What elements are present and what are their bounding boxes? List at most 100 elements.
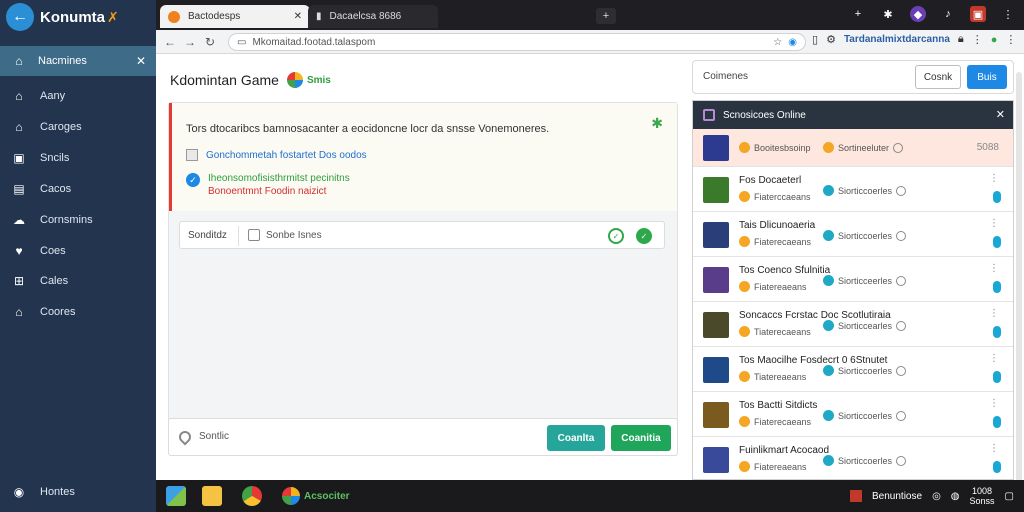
sidebar-item-5[interactable]: ☁ Cornsmins [0,208,156,232]
game-thumbnail[interactable] [703,356,729,383]
new-tab-button[interactable]: + [596,8,616,24]
sidebar-item-bottom[interactable]: ◉ Hontes [0,480,156,504]
sidebar-item-8[interactable]: ⌂ Coores [0,300,156,324]
game-thumbnail[interactable] [703,221,729,248]
tray-text[interactable]: Benuntiose [872,491,922,502]
taskbar-app-label[interactable]: Acsociter [304,491,350,502]
profile-icon[interactable]: ◆ [910,6,926,22]
list-item[interactable]: Soncaccs Fcrstac Doc Scotlutiraia Tiatere… [693,302,1013,347]
sidebar-item-3[interactable]: ▣ Sncils [0,146,156,170]
primary-action-button[interactable]: Coanlta [547,425,605,451]
tray-app-icon[interactable] [850,490,863,502]
secondary-action-button[interactable]: Coanitia [611,425,671,451]
more-icon[interactable]: ⋮ [989,443,999,454]
game-thumbnail[interactable] [703,311,729,338]
forward-icon[interactable]: → [182,34,198,50]
speaker-icon[interactable]: ◍ [951,491,960,502]
address-bar[interactable]: ▭ Mkomaitad.footad.talaspom ☆ ◉ [228,33,806,51]
status-icon[interactable]: ● [991,34,998,46]
browser-icon[interactable] [242,486,262,506]
composer-input[interactable]: Sontlic [199,431,229,442]
extension-link[interactable]: Tardanalmixtdarcanna [844,34,950,45]
close-icon[interactable]: ✕ [136,54,146,68]
option-1-link[interactable]: Gonchommetah fostartet Dos oodos [206,150,367,161]
info-chip-icon[interactable] [993,326,1001,338]
close-icon[interactable]: ✕ [996,108,1005,121]
network-icon[interactable]: ◎ [932,491,941,502]
filter-field[interactable]: Sonbe Isnes [248,229,322,241]
info-chip-icon[interactable] [993,461,1001,473]
confirm-icon[interactable]: ✓ [636,228,652,244]
game-thumbnail[interactable] [703,135,729,161]
info-chip-icon[interactable] [993,416,1001,428]
lock-icon[interactable]: 🔒︎ [958,33,964,46]
list-item[interactable]: Tos Maocilhe Fosdecrt 0 6Stnutet Tiaterea… [693,347,1013,392]
extension-icon[interactable]: ✱ [880,6,896,22]
window-icon [703,109,715,121]
sidebar-item-2[interactable]: ⌂ Caroges [0,115,156,139]
outline-button[interactable]: Cosnk [915,65,961,89]
more-icon[interactable]: ⋮ [989,353,999,364]
back-arrow-icon[interactable]: ← [6,3,34,31]
more-icon[interactable]: ⋮ [989,308,999,319]
avatar[interactable]: ▣ [970,6,986,22]
list-item[interactable]: Booitesbsoinp Sortineeluter 5088 [693,129,1013,167]
more-icon[interactable]: ⋮ [989,173,999,184]
more-icon[interactable]: ⋮ [989,398,999,409]
brand[interactable]: ← Konumta ✗ [0,0,156,34]
star-icon[interactable]: ✱ [651,115,663,132]
close-tab-icon[interactable]: ✕ [294,11,302,22]
back-icon[interactable]: ← [162,34,178,50]
scrollbar[interactable] [1016,72,1022,482]
more-icon[interactable]: ⋮ [989,263,999,274]
game-thumbnail[interactable] [703,176,729,203]
sidebar-item-1[interactable]: ⌂ Aany [0,84,156,108]
settings-icon[interactable]: ⚙ [826,33,836,46]
star-icon[interactable]: ☆ [773,37,782,48]
more-icon[interactable]: ⋮ [972,33,983,46]
game-thumbnail[interactable] [703,401,729,428]
checkbox[interactable] [186,149,198,161]
clock[interactable]: 1008 Sonss [970,486,995,506]
sidebar-item-active[interactable]: ⌂ Nacmines ✕ [0,46,156,76]
start-icon[interactable] [166,486,186,506]
primary-button[interactable]: Buis [967,65,1007,89]
shield-icon[interactable]: ◉ [788,37,797,48]
menu-icon[interactable]: ⋮ [1005,33,1016,46]
plus-icon[interactable]: + [850,6,866,22]
main-content: Kdomintan Game Smis ✱ Tors dtocaribcs ba… [156,54,692,480]
reload-icon[interactable]: ↻ [202,34,218,50]
info-chip-icon[interactable] [993,371,1001,383]
filter-label[interactable]: Sonditdz [188,230,227,241]
check-icon[interactable]: ✓ [186,173,200,187]
bell-icon[interactable]: ♪ [940,6,956,22]
bookmark-icon[interactable]: ▯ [812,33,818,46]
sidebar-item-6[interactable]: ♥ Coes [0,239,156,263]
option-2[interactable]: ✓ Iheonsomofisisthrmitst pecinitns Bonoe… [186,173,350,197]
confirm-outline-icon[interactable]: ✓ [608,228,624,244]
game-thumbnail[interactable] [703,446,729,473]
more-icon[interactable]: ⋮ [1000,6,1016,22]
favicon-icon [168,10,180,23]
notification-icon[interactable]: ▢ [1005,491,1014,502]
tab-inactive[interactable]: ▮ Dacaelcsa 8686 [308,5,438,28]
option-1[interactable]: Gonchommetah fostartet Dos oodos [186,149,367,161]
list-item[interactable]: Fos Docaeterl Fiaterccaeans Siorticcoerles… [693,167,1013,212]
game-thumbnail[interactable] [703,266,729,293]
info-chip-icon[interactable] [993,281,1001,293]
list-item[interactable]: Tos Bactti Sitdicts Fiaterecaeans Siorticc… [693,392,1013,437]
home-icon: ⌂ [15,120,23,134]
search-input[interactable]: Coimenes [703,71,748,82]
list-item[interactable]: Fuinlikmart Acocaod Fiatereaeans Siorticco… [693,437,1013,479]
folder-icon[interactable] [202,486,222,506]
tab-active[interactable]: Bactodesps ✕ [160,5,310,28]
sidebar-item-7[interactable]: ⊞ Cales [0,269,156,293]
sidebar-item-4[interactable]: ▤ Cacos [0,177,156,201]
info-chip-icon[interactable] [993,191,1001,203]
list-item[interactable]: Tais Dlicunoaeria Fiaterecaeans Siorticcoe… [693,212,1013,257]
more-icon[interactable]: ⋮ [989,218,999,229]
game-app-icon[interactable] [282,487,300,505]
row-sub-text: Tiatereaeans [754,371,807,382]
info-chip-icon[interactable] [993,236,1001,248]
list-item[interactable]: Tos Coenco Sfulnitia Fiatereaeans Siorticc… [693,257,1013,302]
